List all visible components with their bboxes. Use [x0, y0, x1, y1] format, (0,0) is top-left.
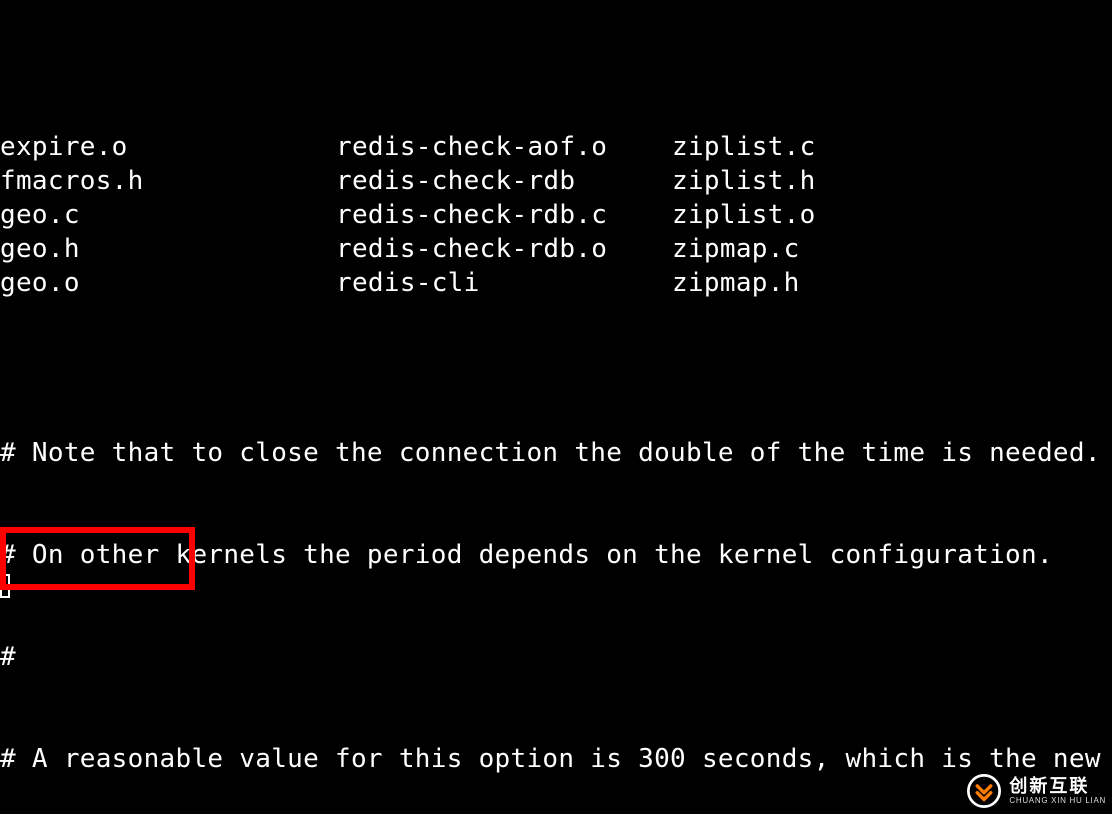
file-entry: zipmap.c [672, 232, 816, 266]
file-entry: geo.c [0, 198, 336, 232]
config-line: # On other kernels the period depends on… [0, 538, 1112, 572]
file-entry: redis-check-rdb.c [336, 198, 672, 232]
cursor-box [0, 570, 14, 604]
config-line: # Note that to close the connection the … [0, 436, 1112, 470]
file-entry: ziplist.h [672, 164, 816, 198]
watermark: 创新互联 CHUANG XIN HU LIAN [967, 774, 1106, 808]
file-entry: geo.o [0, 266, 336, 300]
file-listing: expire.ofmacros.hgeo.cgeo.hgeo.oredis-ch… [0, 130, 1112, 300]
config-line: # A reasonable value for this option is … [0, 742, 1112, 776]
file-entry: expire.o [0, 130, 336, 164]
file-entry: fmacros.h [0, 164, 336, 198]
file-entry: geo.h [0, 232, 336, 266]
terminal-window[interactable]: expire.ofmacros.hgeo.cgeo.hgeo.oredis-ch… [0, 0, 1112, 814]
watermark-text-en: CHUANG XIN HU LIAN [1009, 797, 1106, 805]
terminal-content: expire.ofmacros.hgeo.cgeo.hgeo.oredis-ch… [0, 0, 1112, 814]
file-entry: zipmap.h [672, 266, 816, 300]
watermark-text-cn: 创新互联 [1009, 777, 1106, 795]
file-entry: redis-cli [336, 266, 672, 300]
file-entry: redis-check-aof.o [336, 130, 672, 164]
config-line: # [0, 640, 1112, 674]
file-entry: redis-check-rdb.o [336, 232, 672, 266]
file-entry: ziplist.c [672, 130, 816, 164]
file-entry: redis-check-rdb [336, 164, 672, 198]
file-entry: ziplist.o [672, 198, 816, 232]
watermark-logo-icon [967, 774, 1001, 808]
